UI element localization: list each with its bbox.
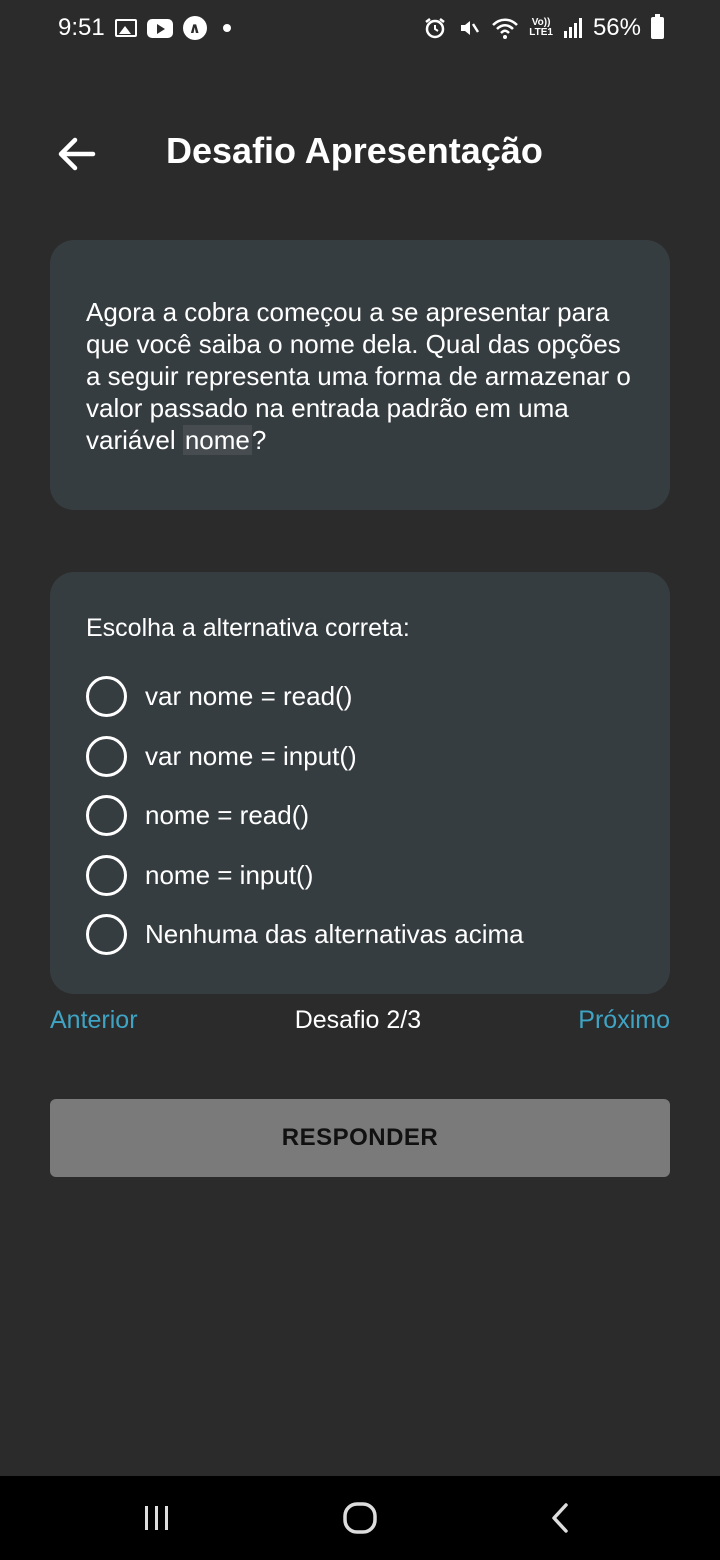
inline-code-variable: nome — [182, 425, 252, 455]
radio-unchecked-icon[interactable] — [86, 676, 127, 718]
radio-unchecked-icon[interactable] — [86, 914, 127, 956]
home-icon — [343, 1502, 377, 1534]
challenge-navigation: Anterior Desafio 2/3 Próximo — [50, 1002, 670, 1038]
arrow-left-icon — [58, 137, 96, 171]
mute-icon — [461, 21, 480, 35]
recent-apps-button[interactable] — [136, 1496, 178, 1540]
options-card: Escolha a alternativa correta: var nome … — [50, 572, 670, 994]
chevron-left-icon — [552, 1503, 568, 1533]
option-radio-2[interactable]: var nome = input() — [86, 727, 634, 787]
option-radio-1[interactable]: var nome = read() — [86, 667, 634, 727]
previous-link[interactable]: Anterior — [50, 1006, 138, 1035]
option-radio-5[interactable]: Nenhuma das alternativas acima — [86, 905, 634, 965]
signal-icon — [563, 18, 582, 38]
next-link[interactable]: Próximo — [578, 1006, 670, 1035]
options-prompt: Escolha a alternativa correta: — [86, 614, 410, 642]
recent-apps-icon — [145, 1506, 168, 1530]
status-bar: 9:51 ∧ Vo)) LTE1 56% — [0, 0, 720, 56]
question-end: ? — [251, 425, 267, 455]
battery-percent: 56% — [592, 14, 641, 41]
more-notifications-dot-icon — [222, 24, 231, 32]
gallery-notification-icon — [114, 19, 137, 37]
radio-unchecked-icon[interactable] — [86, 735, 127, 777]
option-label: var nome = input() — [145, 740, 357, 771]
option-label: nome = read() — [145, 800, 310, 831]
option-label: nome = input() — [145, 859, 314, 890]
status-left: 9:51 ∧ — [58, 14, 231, 42]
status-right: Vo)) LTE1 56% — [423, 14, 664, 42]
lte-label: LTE1 — [529, 27, 553, 38]
system-navigation-bar — [0, 1476, 720, 1560]
challenge-progress: Desafio 2/3 — [294, 1005, 422, 1034]
battery-icon — [651, 14, 664, 39]
option-label: var nome = read() — [145, 681, 353, 712]
question-card: Agora a cobra começou a se apresentar pa… — [50, 240, 670, 510]
option-radio-4[interactable]: nome = input() — [86, 846, 634, 906]
alarm-icon — [425, 18, 445, 39]
app-notification-icon: ∧ — [182, 16, 207, 40]
lte-indicator: Vo)) LTE1 — [529, 18, 553, 38]
app-header: Desafio Apresentação — [0, 110, 720, 200]
back-button[interactable] — [52, 132, 100, 176]
radio-unchecked-icon[interactable] — [86, 795, 127, 837]
submit-answer-button[interactable]: RESPONDER — [50, 1099, 670, 1177]
system-back-button[interactable] — [540, 1496, 580, 1540]
option-radio-3[interactable]: nome = read() — [86, 786, 634, 846]
question-body: Agora a cobra começou a se apresentar pa… — [86, 297, 631, 455]
status-time: 9:51 — [58, 14, 105, 41]
question-text: Agora a cobra começou a se apresentar pa… — [86, 296, 634, 456]
option-label: Nenhuma das alternativas acima — [145, 919, 524, 950]
youtube-notification-icon — [146, 18, 173, 38]
home-button[interactable] — [336, 1496, 384, 1540]
page-title: Desafio Apresentação — [166, 130, 543, 171]
wifi-icon — [492, 18, 519, 39]
radio-unchecked-icon[interactable] — [86, 854, 127, 896]
